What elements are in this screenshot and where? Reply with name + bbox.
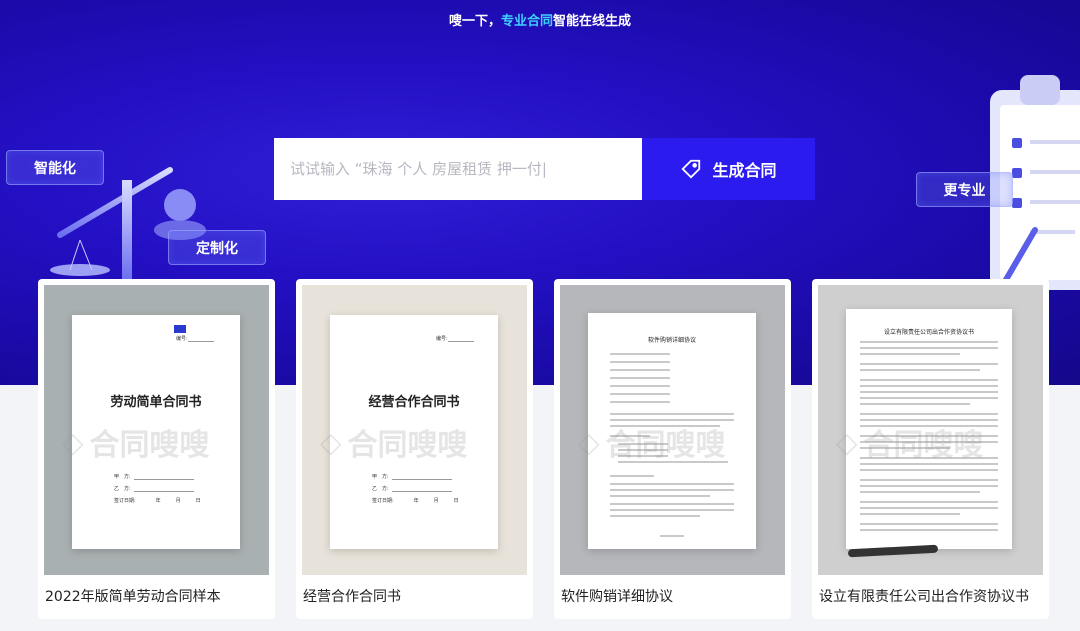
contract-thumbnail: 编号: 劳动简单合同书 甲 方: 乙 方: 签订日期: 年 月 日 ◇ 合同嗖嗖 xyxy=(44,285,269,575)
doc-party-b: 乙 方: xyxy=(114,486,131,492)
doc-title: 设立有限责任公司出合作资协议书 xyxy=(883,329,974,336)
contract-card[interactable]: 软件购销详细协议 ◇ 合同嗖嗖 软件购销详细协议 xyxy=(554,279,791,619)
doc-number-label: 编号: xyxy=(436,336,448,342)
watermark-text: 合同嗖嗖 xyxy=(89,428,210,463)
watermark: ◇ 合同嗖嗖 xyxy=(320,420,468,464)
watermark: ◇ 合同嗖嗖 xyxy=(62,420,210,464)
search-bar: 生成合同 xyxy=(274,138,815,200)
doc-title: 经营合作合同书 xyxy=(368,395,460,410)
doc-logo-icon xyxy=(174,325,186,333)
watermark-text: 合同嗖嗖 xyxy=(605,428,726,463)
feature-custom-badge: 定制化 xyxy=(168,230,266,265)
watermark-logo-icon: ◇ xyxy=(836,425,858,459)
tagline-highlight: 专业合同 xyxy=(500,14,553,29)
contract-card-title[interactable]: 设立有限责任公司出合作资协议书 xyxy=(819,586,1029,606)
contract-card-title[interactable]: 2022年版简单劳动合同样本 xyxy=(45,586,221,606)
watermark-text: 合同嗖嗖 xyxy=(347,428,468,463)
contract-card-title[interactable]: 软件购销详细协议 xyxy=(561,586,673,606)
contract-card-title[interactable]: 经营合作合同书 xyxy=(303,586,401,606)
watermark-logo-icon: ◇ xyxy=(578,425,600,459)
watermark-logo-icon: ◇ xyxy=(320,425,342,459)
tag-icon xyxy=(681,159,701,179)
doc-party-a: 甲 方: xyxy=(114,474,131,480)
doc-party-a: 甲 方: xyxy=(372,474,389,480)
watermark: ◇ 合同嗖嗖 xyxy=(578,420,726,464)
contract-thumbnail: 软件购销详细协议 ◇ 合同嗖嗖 xyxy=(560,285,785,575)
doc-number-label: 编号: xyxy=(176,336,188,342)
contract-thumbnail: 编号: 经营合作合同书 甲 方: 乙 方: 签订日期: 年 月 日 ◇ 合同嗖嗖 xyxy=(302,285,527,575)
doc-sign-date: 签订日期: 年 月 日 xyxy=(372,498,459,504)
watermark-text: 合同嗖嗖 xyxy=(863,428,984,463)
tagline-suffix: 智能在线生成 xyxy=(553,14,632,29)
contract-thumbnail: 设立有限责任公司出合作资协议书 ◇ 合同嗖嗖 xyxy=(818,285,1043,575)
contract-card-list: 编号: 劳动简单合同书 甲 方: 乙 方: 签订日期: 年 月 日 ◇ 合同嗖嗖 … xyxy=(38,279,1050,619)
contract-card[interactable]: 设立有限责任公司出合作资协议书 ◇ 合同嗖嗖 设立有限责任公司出合作资协议书 xyxy=(812,279,1049,619)
doc-title: 劳动简单合同书 xyxy=(110,395,202,410)
doc-title: 软件购销详细协议 xyxy=(647,337,696,344)
search-input[interactable] xyxy=(274,138,642,200)
generate-contract-button[interactable]: 生成合同 xyxy=(642,138,815,200)
contract-card[interactable]: 编号: 经营合作合同书 甲 方: 乙 方: 签订日期: 年 月 日 ◇ 合同嗖嗖 … xyxy=(296,279,533,619)
watermark: ◇ 合同嗖嗖 xyxy=(836,420,984,464)
generate-contract-label: 生成合同 xyxy=(712,161,777,180)
feature-smart-badge: 智能化 xyxy=(6,150,104,185)
doc-party-b: 乙 方: xyxy=(372,486,389,492)
tagline-prefix: 嗖一下， xyxy=(448,14,501,29)
feature-professional-badge: 更专业 xyxy=(916,172,1013,207)
doc-sign-date: 签订日期: 年 月 日 xyxy=(114,498,201,504)
contract-card[interactable]: 编号: 劳动简单合同书 甲 方: 乙 方: 签订日期: 年 月 日 ◇ 合同嗖嗖 … xyxy=(38,279,275,619)
tagline: 嗖一下，专业合同智能在线生成 xyxy=(0,10,1080,29)
watermark-logo-icon: ◇ xyxy=(62,425,84,459)
